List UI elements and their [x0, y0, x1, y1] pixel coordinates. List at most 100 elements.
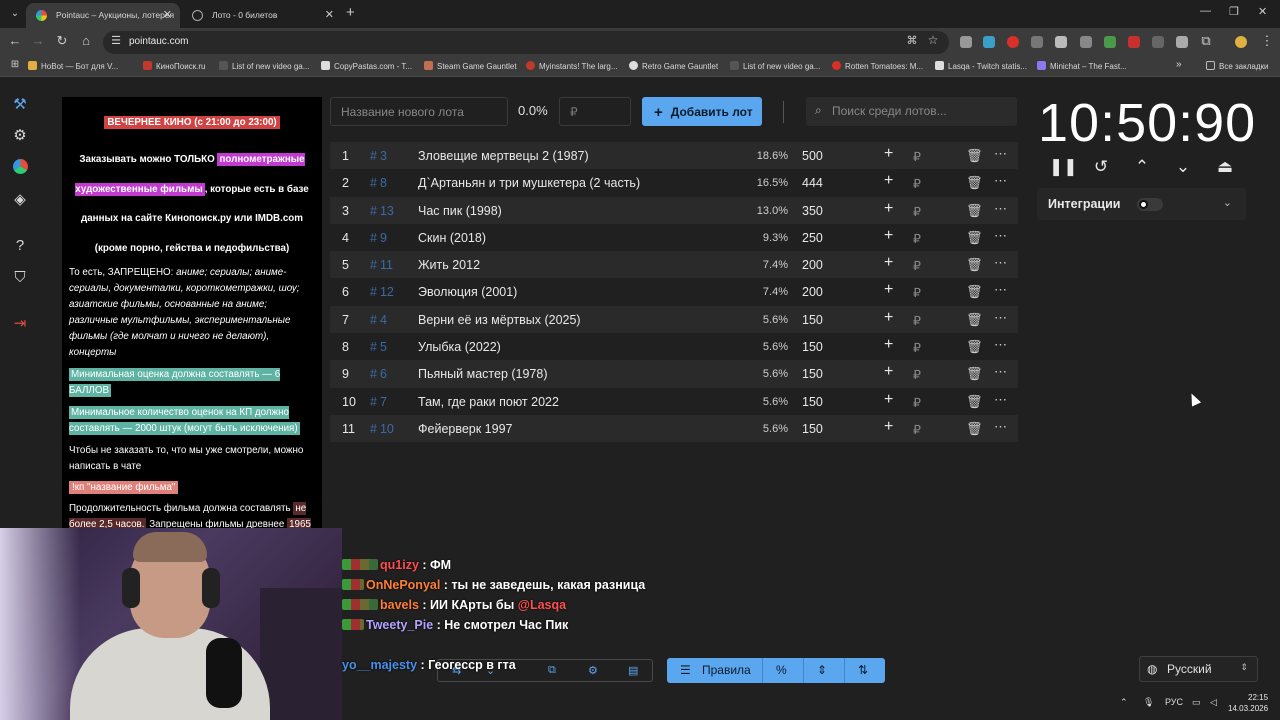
currency-rub-icon[interactable]: ₽ — [913, 149, 921, 164]
lot-name[interactable]: Скин (2018) — [418, 231, 486, 245]
lot-row[interactable]: 10 #7 Там, где раки поют 2022 5.6% 150 + ₽ 🗑 ⋯ — [330, 388, 1018, 415]
lot-id-link[interactable]: #7 — [370, 395, 387, 409]
delete-lot-icon[interactable]: 🗑 — [966, 203, 983, 219]
bookmark-item[interactable]: КиноПоиск.ru — [143, 61, 206, 71]
microphone-tray-icon[interactable]: 🎙 — [1143, 697, 1154, 708]
add-amount-icon[interactable]: + — [884, 309, 893, 327]
add-amount-icon[interactable]: + — [884, 281, 893, 299]
lot-row[interactable]: 8 #5 Улыбка (2022) 5.6% 150 + ₽ 🗑 ⋯ — [330, 333, 1018, 360]
lot-row[interactable]: 1 #3 Зловещие мертвецы 2 (1987) 18.6% 500 + ₽ 🗑… — [330, 142, 1018, 170]
currency-rub-icon[interactable]: ₽ — [913, 285, 921, 300]
layers-icon[interactable]: ◈ — [10, 190, 30, 210]
lot-id-link[interactable]: #13 — [370, 204, 394, 218]
lot-row[interactable]: 7 #4 Верни её из мёртвых (2025) 5.6% 150 + ₽ 🗑 ⋯ — [330, 305, 1018, 334]
add-amount-icon[interactable]: + — [884, 418, 893, 436]
chevron-down-icon[interactable]: ⌄ — [1172, 157, 1194, 177]
lot-name[interactable]: Верни её из мёртвых (2025) — [418, 313, 581, 327]
minimize-icon[interactable]: — — [1200, 5, 1211, 17]
browser-menu-icon[interactable]: ⋮ — [1258, 33, 1276, 49]
help-icon[interactable]: ? — [10, 236, 30, 256]
more-options-icon[interactable]: ⋯ — [994, 337, 1008, 353]
lot-id-link[interactable]: #10 — [370, 422, 394, 436]
more-options-icon[interactable]: ⋯ — [994, 364, 1008, 380]
site-info-icon[interactable]: ☰ — [107, 34, 125, 47]
lot-name[interactable]: Жить 2012 — [418, 258, 480, 272]
lot-name[interactable]: Эволюция (2001) — [418, 285, 517, 299]
reload-icon[interactable]: ↻ — [53, 33, 71, 49]
extension-icon[interactable] — [1176, 36, 1188, 48]
add-amount-icon[interactable]: + — [884, 227, 893, 245]
more-options-icon[interactable]: ⋯ — [994, 419, 1008, 435]
monitor-icon[interactable]: ▭ — [1192, 697, 1201, 708]
new-lot-amount-input[interactable]: ₽ — [559, 97, 631, 126]
bookmark-star-icon[interactable]: ☆ — [924, 33, 942, 47]
chevron-up-icon[interactable]: ⌃ — [1131, 157, 1153, 177]
bookmarks-overflow-icon[interactable]: » — [1176, 59, 1182, 70]
lot-id-link[interactable]: #4 — [370, 313, 387, 327]
delete-lot-icon[interactable]: 🗑 — [966, 394, 983, 410]
currency-rub-icon[interactable]: ₽ — [913, 258, 921, 273]
lot-name[interactable]: Час пик (1998) — [418, 204, 502, 218]
browser-tab-pointauc[interactable]: Pointauc – Аукционы, лотерея ✕ — [26, 3, 180, 28]
lot-name[interactable]: Улыбка (2022) — [418, 340, 501, 354]
close-tab-icon[interactable]: ✕ — [163, 3, 172, 28]
lot-amount[interactable]: 150 — [802, 313, 823, 327]
more-options-icon[interactable]: ⋯ — [994, 282, 1008, 298]
chevron-down-icon[interactable]: ⌄ — [1223, 196, 1232, 209]
tray-chevron-icon[interactable]: ⌃ — [1120, 697, 1128, 708]
more-options-icon[interactable]: ⋯ — [994, 173, 1008, 189]
rules-button[interactable]: Правила — [702, 663, 751, 677]
bookmark-item[interactable]: List of new video ga... — [730, 61, 820, 71]
add-amount-icon[interactable]: + — [884, 145, 893, 163]
pause-icon[interactable]: ❚❚ — [1049, 157, 1078, 177]
settings-gear-icon[interactable]: ⚙ — [10, 126, 30, 146]
lot-amount[interactable]: 150 — [802, 340, 823, 354]
currency-rub-icon[interactable]: ₽ — [913, 422, 921, 437]
logout-icon[interactable]: ⇥ — [10, 314, 30, 334]
translate-icon[interactable]: ⌘ — [903, 34, 921, 47]
more-options-icon[interactable]: ⋯ — [994, 255, 1008, 271]
lot-row[interactable]: 6 #12 Эволюция (2001) 7.4% 200 + ₽ 🗑 ⋯ — [330, 278, 1018, 305]
integrations-panel[interactable]: Интеграции ⌄ — [1037, 188, 1246, 220]
currency-rub-icon[interactable]: ₽ — [913, 176, 921, 191]
lot-name[interactable]: Д`Артаньян и три мушкетера (2 часть) — [418, 176, 640, 190]
lot-id-link[interactable]: #12 — [370, 285, 394, 299]
currency-rub-icon[interactable]: ₽ — [913, 313, 921, 328]
currency-rub-icon[interactable]: ₽ — [913, 204, 921, 219]
lot-id-link[interactable]: #3 — [370, 149, 387, 163]
extensions-puzzle-icon[interactable]: ⧉ — [1197, 33, 1215, 49]
rules-list-icon[interactable]: ☰ — [680, 663, 691, 677]
more-options-icon[interactable]: ⋯ — [994, 146, 1008, 162]
currency-rub-icon[interactable]: ₽ — [913, 395, 921, 410]
lot-amount[interactable]: 250 — [802, 231, 823, 245]
auction-gavel-icon[interactable]: ⚒ — [10, 95, 30, 115]
language-select[interactable]: ◍ Русский ⇕ — [1139, 656, 1258, 682]
delete-lot-icon[interactable]: 🗑 — [966, 312, 983, 328]
integrations-toggle[interactable] — [1137, 198, 1163, 211]
home-icon[interactable]: ⌂ — [77, 33, 95, 48]
currency-rub-icon[interactable]: ₽ — [913, 340, 921, 355]
new-lot-name-input[interactable]: Название нового лота — [330, 97, 508, 126]
delete-lot-icon[interactable]: 🗑 — [966, 421, 983, 437]
extension-icon[interactable] — [983, 36, 995, 48]
split-icon[interactable]: ⇕ — [817, 663, 827, 677]
lot-id-link[interactable]: #8 — [370, 176, 387, 190]
bookmark-item[interactable]: HoBot — Бот для V... — [28, 61, 118, 71]
extension-icon[interactable] — [1031, 36, 1043, 48]
bookmark-item[interactable]: Rotten Tomatoes: M... — [832, 61, 923, 71]
sort-icon[interactable]: ⇅ — [858, 663, 868, 677]
currency-rub-icon[interactable]: ₽ — [913, 367, 921, 382]
all-bookmarks-folder[interactable]: Все закладки — [1206, 61, 1268, 71]
restore-icon[interactable]: ❐ — [1229, 5, 1239, 18]
lot-row[interactable]: 9 #6 Пьяный мастер (1978) 5.6% 150 + ₽ 🗑 ⋯ — [330, 360, 1018, 388]
new-tab-icon[interactable]: + — [346, 4, 355, 21]
lot-amount[interactable]: 444 — [802, 176, 823, 190]
lot-search-input[interactable]: ⌕ Поиск среди лотов... — [806, 97, 1017, 126]
input-language[interactable]: РУС — [1165, 697, 1183, 707]
lot-amount[interactable]: 200 — [802, 258, 823, 272]
add-amount-icon[interactable]: + — [884, 200, 893, 218]
more-options-icon[interactable]: ⋯ — [994, 310, 1008, 326]
close-window-icon[interactable]: ✕ — [1258, 5, 1267, 18]
back-icon[interactable]: ← — [6, 33, 24, 48]
address-bar[interactable]: ☰ pointauc.com ⌘ ☆ — [103, 31, 949, 54]
